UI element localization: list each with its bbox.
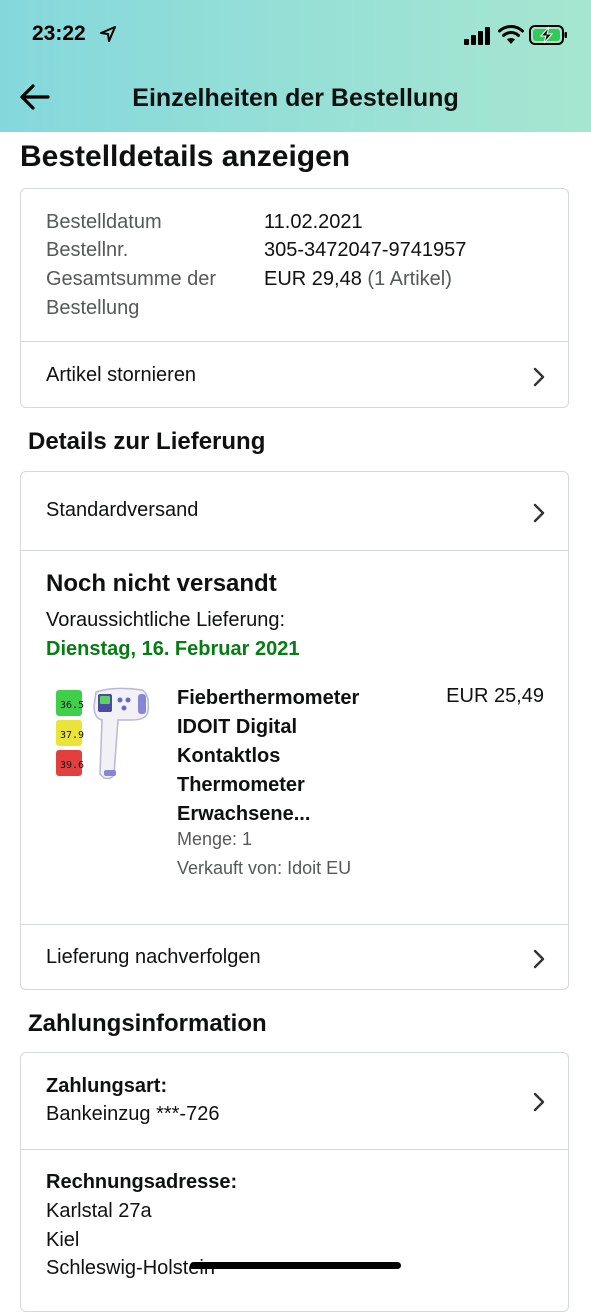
product-image-reading-2: 37.9 — [60, 730, 84, 741]
product-title-line: Kontaktlos — [177, 745, 281, 767]
billing-address-line: Schleswig-Holstein — [46, 1257, 215, 1279]
order-total-label-line1: Gesamtsumme der — [46, 268, 217, 290]
divider — [21, 550, 568, 551]
product-title[interactable]: Fieberthermometer IDOIT Digital Kontaktl… — [177, 684, 397, 829]
track-delivery-row[interactable]: Lieferung nachverfolgen — [21, 925, 568, 990]
chevron-right-icon — [533, 949, 545, 969]
product-title-line: IDOIT Digital — [177, 716, 297, 738]
track-delivery-label: Lieferung nachverfolgen — [46, 946, 261, 968]
cancel-items-label: Artikel stornieren — [46, 364, 197, 386]
product-title-line: Thermometer — [177, 774, 305, 796]
billing-address-line: Karlstal 27a — [46, 1200, 152, 1222]
order-number-label: Bestellnr. — [46, 239, 129, 261]
divider — [21, 1149, 568, 1150]
payment-method-value: Bankeinzug ***-726 — [46, 1103, 220, 1125]
expected-delivery-date: Dienstag, 16. Februar 2021 — [46, 638, 300, 660]
order-date-value: 11.02.2021 — [264, 211, 363, 233]
payment-card: Zahlungsart: Bankeinzug ***-726 Rechnung… — [20, 1052, 569, 1312]
signal-icon — [464, 27, 490, 45]
wifi-icon — [498, 25, 524, 44]
order-number-value: 305-3472047-9741957 — [264, 239, 467, 261]
order-date-label: Bestelldatum — [46, 211, 162, 233]
header-title: Einzelheiten der Bestellung — [132, 84, 459, 112]
chevron-right-icon — [533, 367, 545, 387]
product-image[interactable]: 36.5 37.9 39.6 — [54, 682, 154, 784]
billing-address-line: Kiel — [46, 1229, 80, 1251]
product-image-reading-3: 39.6 — [60, 760, 84, 771]
order-total-amount: EUR 29,48 — [264, 268, 362, 290]
chevron-right-icon — [533, 503, 545, 523]
order-total-label-line2: Bestellung — [46, 297, 140, 319]
product-title-line: Erwachsene... — [177, 803, 311, 825]
expected-delivery-label: Voraussichtliche Lieferung: — [46, 609, 286, 631]
order-total-items: (1 Artikel) — [367, 268, 452, 290]
battery-charging-icon — [529, 25, 567, 45]
app-header: 23:22 Einzelheiten der Bestellung — [0, 0, 591, 132]
product-quantity: Menge: 1 — [177, 829, 253, 849]
shipping-method-row[interactable]: Standardversand — [21, 472, 568, 550]
product-price: EUR 25,49 — [446, 685, 544, 707]
order-summary-card: Bestelldatum 11.02.2021 Bestellnr. 305-3… — [20, 188, 569, 408]
product-title-line: Fieberthermometer — [177, 687, 360, 709]
home-indicator — [190, 1262, 401, 1269]
chevron-right-icon — [533, 1092, 545, 1112]
cancel-items-row[interactable]: Artikel stornieren — [21, 342, 568, 408]
delivery-section-title: Details zur Lieferung — [28, 428, 266, 455]
payment-method-row[interactable]: Zahlungsart: Bankeinzug ***-726 — [21, 1053, 568, 1149]
status-time: 23:22 — [32, 22, 86, 45]
page-title: Bestelldetails anzeigen — [20, 140, 351, 173]
product-image-reading-1: 36.5 — [60, 700, 84, 711]
payment-method-label: Zahlungsart: — [46, 1075, 168, 1097]
order-total-value: EUR 29,48 (1 Artikel) — [264, 268, 452, 291]
shipment-status: Noch nicht versandt — [46, 570, 277, 597]
location-arrow-icon — [100, 26, 116, 42]
delivery-card: Standardversand Noch nicht versandt Vora… — [20, 471, 569, 990]
billing-address-label: Rechnungsadresse: — [46, 1171, 238, 1193]
shipping-method-label: Standardversand — [46, 499, 199, 521]
product-seller: Verkauft von: Idoit EU — [177, 858, 352, 878]
payment-section-title: Zahlungsinformation — [28, 1010, 267, 1037]
